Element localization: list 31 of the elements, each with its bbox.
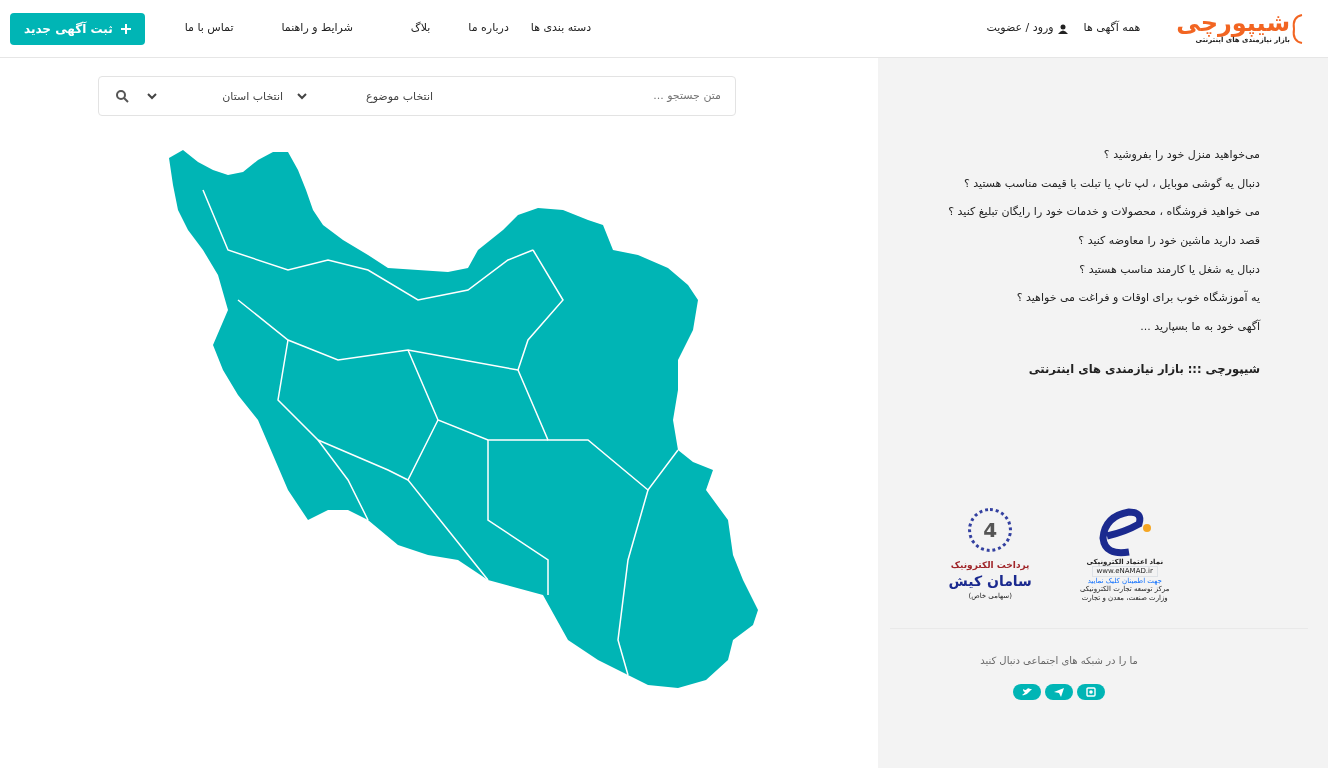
nav-link[interactable]: درباره ما	[468, 20, 509, 37]
telegram-button[interactable]	[1045, 684, 1073, 700]
question-text: می خواهید فروشگاه ، محصولات و خدمات خود را رایگان تبلیغ کنید ؟	[947, 204, 1260, 221]
badge-text: پرداخت الکترونیک	[950, 560, 1030, 571]
nav-link[interactable]: بلاگ	[410, 20, 431, 37]
twitter-button[interactable]	[1013, 684, 1041, 700]
follow-text: ما را در شبکه های اجتماعی دنبال کنید	[979, 654, 1139, 668]
nav-link[interactable]: دسته بندی ها	[530, 20, 592, 37]
seal-icon: 4	[968, 508, 1013, 553]
badge-text: سامان کیش	[948, 571, 1032, 591]
province-select[interactable]: انتخاب استان	[145, 88, 295, 104]
question-text: دنبال یه گوشی موبایل ، لپ تاپ یا تبلت با قیمت مناسب هستید ؟	[962, 175, 1260, 192]
tagline: شیپورچی ::: بازار نیازمندی های اینترنتی	[1027, 360, 1260, 379]
topic-select[interactable]: انتخاب موضوع	[295, 88, 445, 104]
search-icon[interactable]	[115, 89, 129, 103]
plus-icon	[120, 23, 131, 34]
camera-icon	[1085, 686, 1097, 698]
paper-plane-icon	[1053, 686, 1065, 698]
question-text: آگهی خود به ما بسپارید ...	[1139, 318, 1260, 336]
user-icon	[1057, 23, 1068, 34]
question-text: دنبال یه شغل یا کارمند مناسب هستید ؟	[1078, 261, 1260, 278]
question-text: یه آموزشگاه خوب برای اوقات و فراغت می خواهید ؟	[1015, 289, 1260, 307]
nav-link[interactable]: همه آگهی ها	[1083, 20, 1141, 37]
nav-link[interactable]: تماس با ما	[184, 20, 234, 37]
question-text: قصد دارید ماشین خود را معاوضه کنید ؟	[1077, 233, 1260, 250]
nav-link[interactable]: شرایط و راهنما	[281, 20, 353, 37]
search-field[interactable]: متن جستجو ...	[445, 87, 735, 105]
question-text: می‌خواهید منزل خود را بفروشید ؟	[1102, 147, 1260, 163]
instagram-button[interactable]	[1077, 684, 1105, 700]
login-link[interactable]: ورود / عضویت	[986, 20, 1054, 37]
bird-icon	[1021, 686, 1033, 698]
